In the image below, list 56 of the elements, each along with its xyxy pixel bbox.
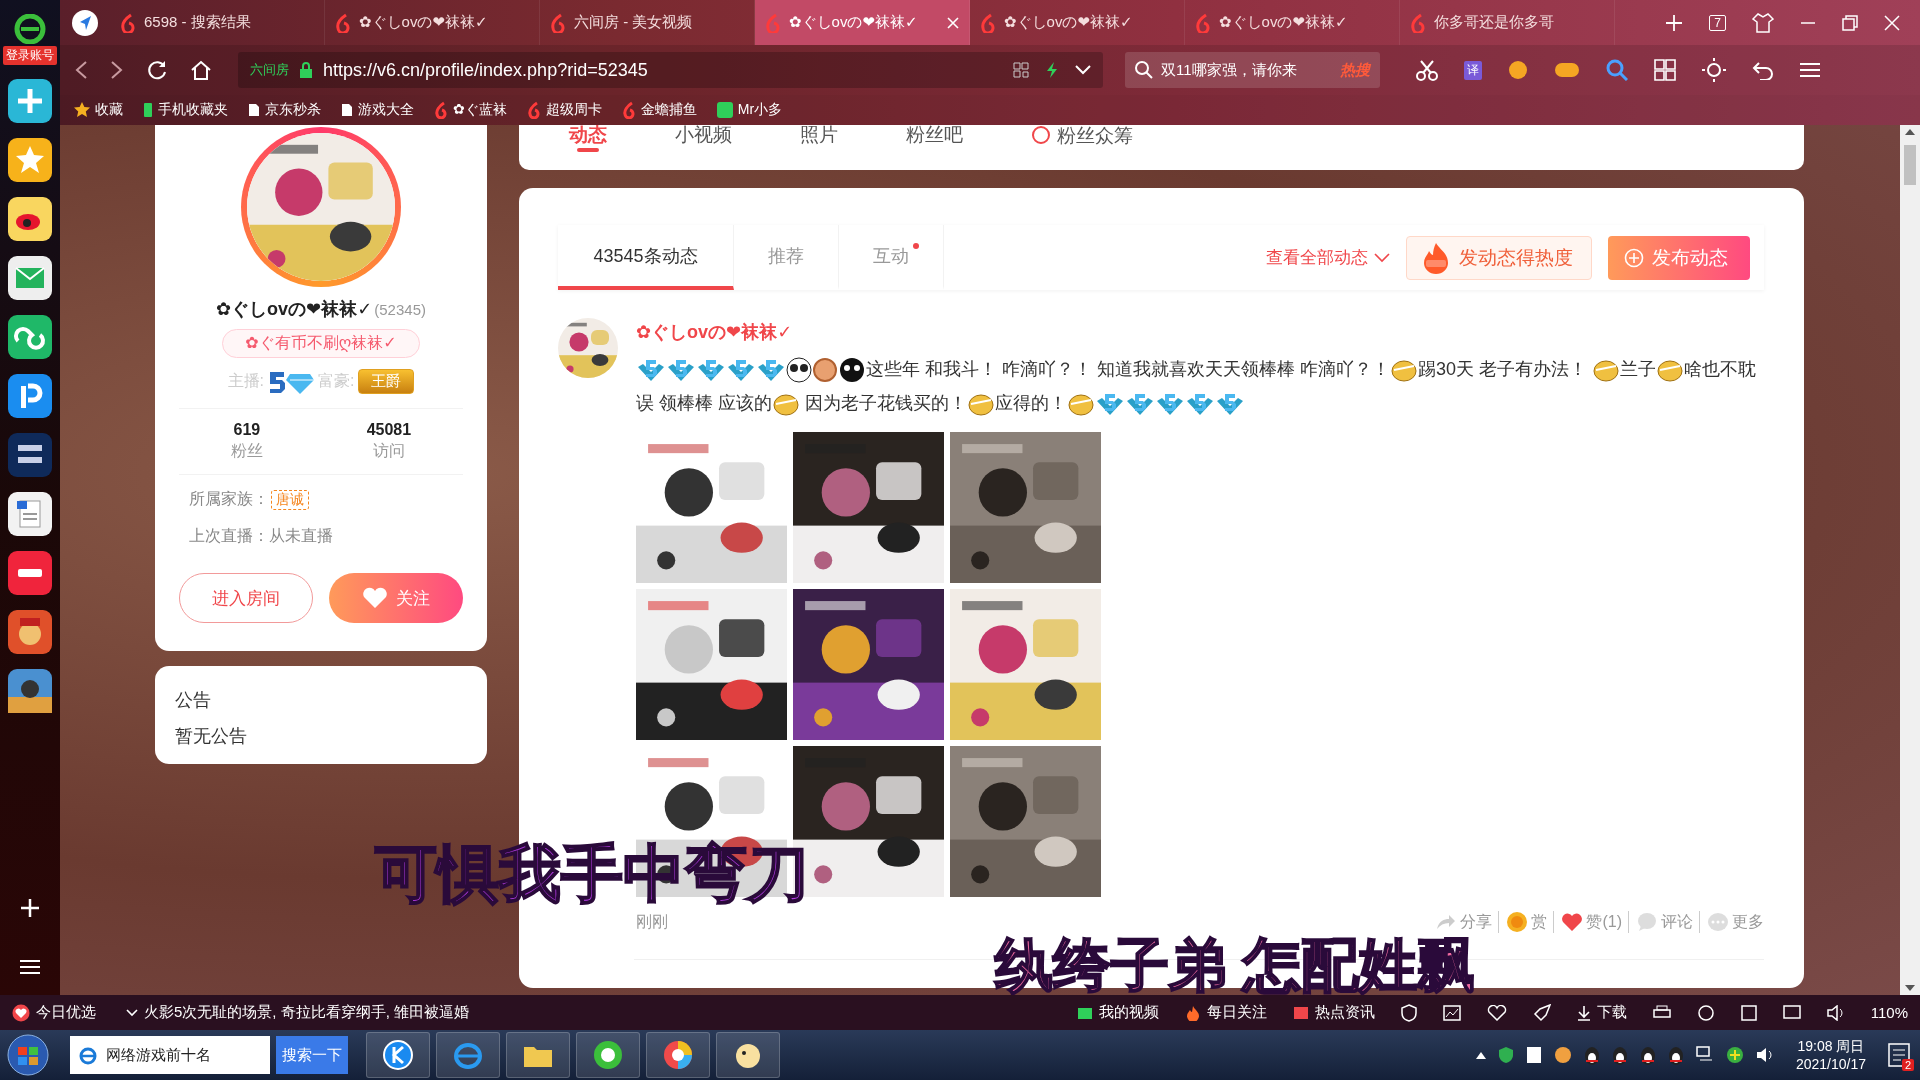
browser-tab[interactable]: ✿ぐしovの❤袜袜✓ <box>325 0 540 45</box>
search-button[interactable]: 搜索一下 <box>276 1036 348 1074</box>
status-link[interactable]: 每日关注 <box>1184 1003 1267 1022</box>
taskbar-search-field[interactable]: 网络游戏前十名 <box>70 1036 270 1074</box>
nav-tab[interactable]: 照片 <box>800 125 838 152</box>
family-badge: 唐诚 <box>271 489 309 510</box>
stat-label: 访问 <box>372 441 405 461</box>
tab-count[interactable]: 7 <box>1709 14 1726 31</box>
download-button[interactable]: 下载 <box>1576 1003 1627 1022</box>
translate-button[interactable]: 译 <box>1464 60 1482 80</box>
nav-tab[interactable]: 小视频 <box>675 125 732 152</box>
notice-text: 暂无公告 <box>175 725 248 748</box>
caption-text: 纨绔子弟 怎配姓飘 <box>995 936 1476 994</box>
stat-value: 45081 <box>366 421 412 439</box>
post-time: 刚刚 <box>636 911 668 932</box>
clock-date: 2021/10/17 <box>1795 1055 1866 1073</box>
browser-tab[interactable]: ✿ぐしovの❤袜袜✓ <box>970 0 1185 45</box>
author-name[interactable]: ✿ぐしovの❤袜袜✓ <box>636 320 1764 344</box>
login-label[interactable]: 登录账号 <box>3 46 57 65</box>
status-link[interactable]: 热点资讯 <box>1292 1003 1375 1022</box>
browser-tab[interactable]: 6598 - 搜索结果 <box>110 0 325 45</box>
address-field[interactable]: 六间房 https://v6.cn/profile/index.php?rid=52345 <box>238 52 1103 88</box>
bookmark[interactable]: 金蟾捕鱼 <box>621 101 697 119</box>
news-link[interactable]: 火影5次无耻的场景, 奇拉比看穿纲手, 雏田被逼婚 <box>144 1003 469 1022</box>
browser-tab[interactable]: ✿ぐしovの❤袜袜✓ <box>1185 0 1400 45</box>
notice-title: 公告 <box>175 689 212 712</box>
bookmark[interactable]: Mr小多 <box>716 101 783 119</box>
nav-tab[interactable]: 粉丝众筹 <box>1031 125 1133 153</box>
status-link[interactable]: 我的视频 <box>1076 1003 1159 1022</box>
feed-tab[interactable]: 43545条动态 <box>558 225 734 290</box>
clock-time: 19:08 周日 <box>1797 1037 1865 1055</box>
last-live-text: 上次直播：从未直播 <box>189 526 334 546</box>
bookmark[interactable]: 收藏 <box>74 101 123 119</box>
zoom-level[interactable]: 110% <box>1870 1004 1908 1021</box>
today-picks[interactable]: 今日优选 <box>12 1003 96 1022</box>
nav-tab[interactable]: 粉丝吧 <box>906 125 963 152</box>
bookmark[interactable]: 手机收藏夹 <box>143 101 228 119</box>
user-name: ✿ぐしovの❤袜袜✓ <box>216 298 373 321</box>
browser-tab[interactable]: 你多哥还是你多哥 <box>1400 0 1615 45</box>
notification-badge: 2 <box>1901 1059 1914 1071</box>
enter-room-button[interactable]: 进入房间 <box>179 573 313 623</box>
bookmark[interactable]: ✿ぐ蓝袜 <box>434 101 507 119</box>
room-id: (52345) <box>374 301 426 318</box>
bookmark[interactable]: 超级周卡 <box>526 101 602 119</box>
post-text: 这些年 和我斗！ 咋滴吖？！ 知道我就喜欢天天领棒棒 咋滴吖？！ 踢30天 老子有办法！ 兰子 啥也不耽误 领棒棒 应该的 因为老子花钱买的！ 应得的！ <box>636 352 1766 420</box>
stat-value: 619 <box>233 421 261 439</box>
view-all-link[interactable]: 查看全部动态 <box>1266 246 1390 269</box>
search-field[interactable]: 双11哪家强，请你来 热搜 <box>1125 52 1380 88</box>
bookmark[interactable]: 京东秒杀 <box>248 101 321 119</box>
stat-label: 粉丝 <box>230 441 263 461</box>
signature: ✿ぐ有币不刷ღ袜袜✓ <box>222 329 420 358</box>
bookmark[interactable]: 游戏大全 <box>341 101 414 119</box>
family-label: 所属家族： <box>189 489 269 509</box>
nav-tab[interactable]: 动态 <box>569 125 607 152</box>
browser-tab[interactable]: ✿ぐしovの❤袜袜✓ <box>755 0 970 45</box>
wealth-badge: 王爵 <box>358 368 415 394</box>
